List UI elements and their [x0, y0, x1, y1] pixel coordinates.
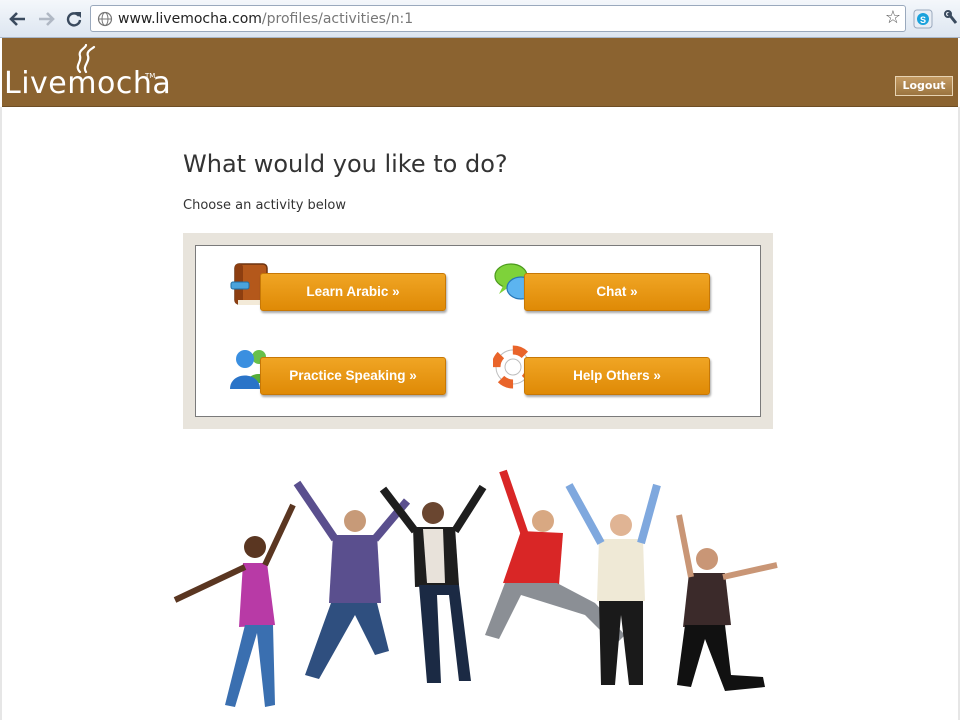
url-host: www.livemocha.com: [118, 11, 262, 27]
person-figure: [676, 514, 778, 691]
bookmark-star-icon[interactable]: ☆: [885, 9, 901, 27]
url-text: www.livemocha.com/profiles/activities/n:…: [118, 11, 413, 27]
learn-arabic-button[interactable]: Learn Arabic »: [260, 273, 446, 311]
person-figure: [293, 480, 411, 679]
browser-toolbar: www.livemocha.com/profiles/activities/n:…: [0, 0, 960, 38]
reload-button[interactable]: [64, 9, 84, 29]
forward-button[interactable]: [36, 9, 56, 29]
url-path: /profiles/activities/n:1: [261, 11, 414, 27]
back-button[interactable]: [8, 9, 28, 29]
forward-arrow-icon: [39, 12, 55, 26]
help-others-button[interactable]: Help Others »: [524, 357, 710, 395]
address-bar[interactable]: www.livemocha.com/profiles/activities/n:…: [90, 5, 906, 32]
globe-icon: [97, 11, 113, 27]
person-figure: [173, 503, 296, 707]
logo-trademark: TM: [145, 72, 156, 80]
reload-icon: [66, 12, 82, 27]
activity-panel: [183, 233, 773, 429]
chat-button[interactable]: Chat »: [524, 273, 710, 311]
svg-text:S: S: [920, 15, 926, 25]
jumping-people-photo: [173, 469, 778, 707]
skype-extension-icon[interactable]: S: [913, 9, 933, 29]
logout-button[interactable]: Logout: [895, 76, 953, 96]
wrench-menu-icon[interactable]: [944, 9, 960, 29]
practice-speaking-button[interactable]: Practice Speaking »: [260, 357, 446, 395]
site-header: Livemocha TM Logout: [2, 38, 958, 107]
back-arrow-icon: [9, 12, 25, 26]
person-figure: [565, 483, 661, 685]
page-title: What would you like to do?: [183, 150, 508, 178]
page-subtitle: Choose an activity below: [183, 198, 346, 213]
